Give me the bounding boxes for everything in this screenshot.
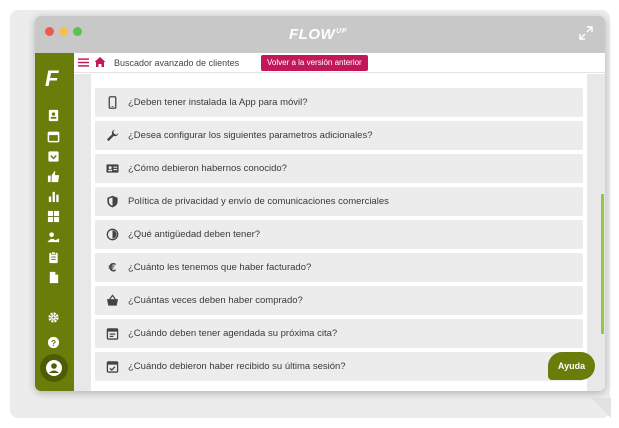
question-label: ¿Cuántas veces deben haber comprado? bbox=[128, 295, 303, 306]
hamburger-menu-icon[interactable] bbox=[78, 57, 89, 68]
shield-icon bbox=[107, 195, 118, 208]
question-row-how-met[interactable]: ¿Cómo debieron habernos conocido? bbox=[95, 154, 583, 183]
home-icon[interactable] bbox=[94, 56, 106, 68]
svg-text:€: € bbox=[108, 262, 117, 274]
question-label: ¿Deben tener instalada la App para móvil… bbox=[128, 97, 308, 108]
user-avatar[interactable] bbox=[40, 354, 68, 382]
thumbs-up-icon[interactable] bbox=[47, 170, 60, 183]
svg-text:?: ? bbox=[51, 338, 56, 348]
grid-icon[interactable] bbox=[47, 210, 60, 223]
question-label: ¿Cómo debieron habernos conocido? bbox=[128, 163, 287, 174]
help-chat-button[interactable]: Ayuda bbox=[548, 352, 595, 380]
close-window-button[interactable] bbox=[45, 27, 54, 36]
question-row-billed-amount[interactable]: € ¿Cuánto les tenemos que haber facturad… bbox=[95, 253, 583, 282]
calendar-icon[interactable] bbox=[47, 130, 60, 143]
id-card-icon bbox=[106, 164, 119, 173]
bar-chart-icon[interactable] bbox=[47, 190, 60, 203]
question-row-privacy-policy[interactable]: Política de privacidad y envío de comuni… bbox=[95, 187, 583, 216]
maximize-window-button[interactable] bbox=[73, 27, 82, 36]
question-label: ¿Qué antigüedad deben tener? bbox=[128, 229, 261, 240]
question-label: ¿Cuánto les tenemos que haber facturado? bbox=[128, 262, 312, 273]
euro-icon: € bbox=[108, 262, 117, 274]
document-icon[interactable] bbox=[47, 271, 60, 284]
question-label: ¿Desea configurar los siguientes paramet… bbox=[128, 130, 373, 141]
question-row-next-appointment[interactable]: ¿Cuándo deben tener agendada su próxima … bbox=[95, 319, 583, 348]
page-title: Buscador avanzado de clientes bbox=[114, 58, 240, 68]
expand-icon[interactable] bbox=[579, 26, 593, 40]
help-icon[interactable]: ? bbox=[47, 336, 60, 349]
calendar-event-icon bbox=[106, 328, 119, 340]
scrollbar[interactable] bbox=[601, 194, 604, 334]
backdrop-corner bbox=[591, 398, 611, 418]
sidebar-logo[interactable]: F bbox=[45, 66, 58, 92]
app-window: FLOWUP F ? Buscador avanzado de clientes… bbox=[35, 16, 605, 391]
top-bar: Buscador avanzado de clientes Volver a l… bbox=[74, 53, 605, 73]
sidebar: F ? bbox=[35, 53, 74, 391]
phone-icon bbox=[108, 96, 117, 109]
basket-icon bbox=[106, 294, 119, 306]
minimize-window-button[interactable] bbox=[59, 27, 68, 36]
main-content: ¿Deben tener instalada la App para móvil… bbox=[74, 74, 605, 391]
question-label: Política de privacidad y envío de comuni… bbox=[128, 196, 389, 207]
inbox-icon[interactable] bbox=[47, 150, 60, 163]
question-row-app-installed[interactable]: ¿Deben tener instalada la App para móvil… bbox=[95, 88, 583, 117]
user-hand-icon[interactable] bbox=[47, 231, 60, 244]
question-row-additional-params[interactable]: ¿Desea configurar los siguientes paramet… bbox=[95, 121, 583, 150]
half-circle-icon bbox=[106, 228, 119, 241]
questions-panel: ¿Deben tener instalada la App para móvil… bbox=[91, 74, 587, 391]
question-row-last-session[interactable]: ¿Cuándo debieron haber recibido su últim… bbox=[95, 352, 583, 381]
question-label: ¿Cuándo debieron haber recibido su últim… bbox=[128, 361, 346, 372]
question-row-purchase-count[interactable]: ¿Cuántas veces deben haber comprado? bbox=[95, 286, 583, 315]
question-row-seniority[interactable]: ¿Qué antigüedad deben tener? bbox=[95, 220, 583, 249]
question-label: ¿Cuándo deben tener agendada su próxima … bbox=[128, 328, 338, 339]
clipboard-icon[interactable] bbox=[47, 251, 60, 264]
title-bar: FLOWUP bbox=[35, 16, 605, 53]
contact-card-icon[interactable] bbox=[47, 109, 60, 122]
wrench-icon bbox=[106, 129, 119, 142]
back-to-previous-version-button[interactable]: Volver a la versión anterior bbox=[261, 55, 368, 71]
calendar-check-icon bbox=[106, 361, 119, 373]
brand-logo: FLOWUP bbox=[289, 26, 347, 43]
gear-icon[interactable] bbox=[47, 311, 60, 324]
user-avatar-icon bbox=[46, 360, 62, 376]
